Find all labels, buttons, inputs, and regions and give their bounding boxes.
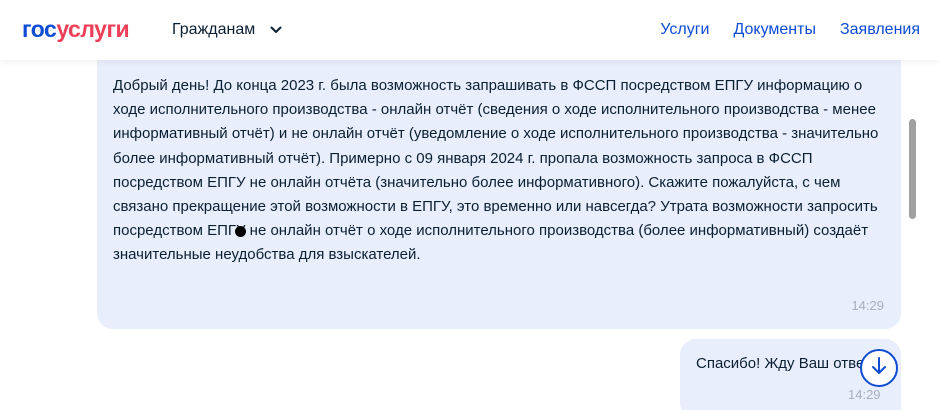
arrow-down-icon — [870, 356, 888, 381]
message-text: Добрый день! До конца 2023 г. была возмо… — [113, 77, 879, 264]
scrollbar-thumb[interactable] — [909, 119, 916, 219]
chevron-down-icon — [270, 20, 282, 40]
logo-part-1: гос — [22, 16, 57, 42]
header: госуслуги Гражданам Услуги Документы Заявл… — [0, 0, 940, 60]
chat-area: Добрый день! До конца 2023 г. была возмо… — [0, 60, 940, 410]
message-time: 14:29 — [851, 298, 884, 313]
top-nav: Услуги Документы Заявления — [636, 20, 920, 40]
gosuslugi-logo[interactable]: госуслуги — [22, 15, 130, 43]
mouse-cursor — [235, 226, 246, 237]
logo-part-2: услуги — [56, 16, 130, 42]
scroll-down-button[interactable] — [860, 349, 898, 387]
reply-text: Спасибо! Жду Ваш ответ — [696, 355, 871, 372]
nav-link-documents[interactable]: Документы — [733, 21, 815, 38]
nav-link-applications[interactable]: Заявления — [840, 21, 920, 38]
citizens-label: Гражданам — [172, 21, 256, 39]
citizens-dropdown[interactable]: Гражданам — [172, 20, 282, 40]
message-bubble: Добрый день! До конца 2023 г. была возмо… — [97, 60, 901, 329]
nav-link-services[interactable]: Услуги — [660, 21, 709, 38]
app: госуслуги Гражданам Услуги Документы Заявл… — [0, 0, 940, 410]
